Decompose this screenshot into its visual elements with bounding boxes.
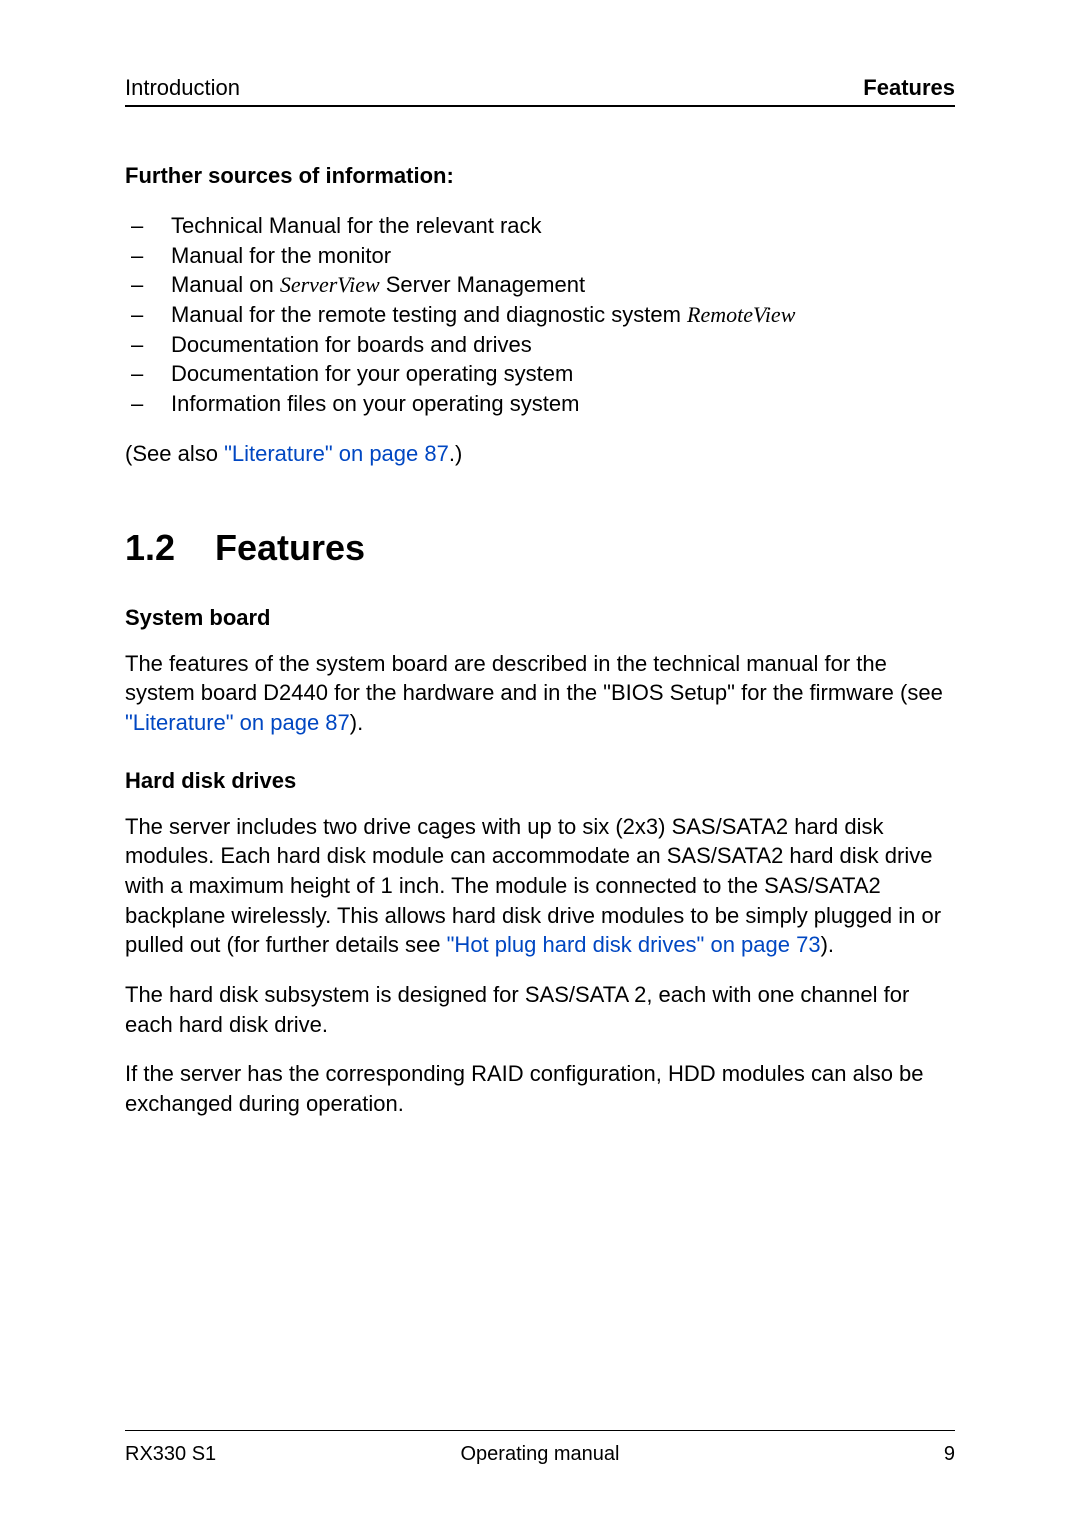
list-text: Documentation for boards and drives [171,332,532,357]
list-item: Manual on ServerView Server Management [125,270,955,300]
system-board-paragraph: The features of the system board are des… [125,649,955,738]
system-board-heading: System board [125,605,955,631]
list-item: Manual for the monitor [125,241,955,271]
header-right: Features [863,75,955,101]
sb-text-pre: The features of the system board are des… [125,651,943,706]
hdd-paragraph-3: If the server has the corresponding RAID… [125,1059,955,1118]
footer-center: Operating manual [125,1443,955,1466]
list-text: Manual for the monitor [171,243,391,268]
hdd-p1-post: ). [821,932,834,957]
footer: RX330 S1 Operating manual 9 [125,1430,955,1466]
list-text: Technical Manual for the relevant rack [171,213,542,238]
page: Introduction Features Further sources of… [0,0,1080,1526]
list-text: Information files on your operating syst… [171,391,579,416]
list-text-italic: ServerView [280,272,380,297]
list-item: Information files on your operating syst… [125,389,955,419]
see-also-link[interactable]: "Literature" on page 87 [224,441,449,466]
running-header: Introduction Features [125,75,955,107]
see-also-pre: (See also [125,441,224,466]
hdd-paragraph-1: The server includes two drive cages with… [125,812,955,960]
sb-text-post: ). [350,710,363,735]
list-item: Manual for the remote testing and diagno… [125,300,955,330]
hdd-paragraph-2: The hard disk subsystem is designed for … [125,980,955,1039]
list-item: Documentation for your operating system [125,359,955,389]
header-left: Introduction [125,75,240,101]
section-title-text: Features [215,527,365,568]
hdd-p1-link[interactable]: "Hot plug hard disk drives" on page 73 [447,932,821,957]
section-number: 1.2 [125,527,215,569]
further-sources-list: Technical Manual for the relevant rack M… [125,211,955,419]
list-item: Technical Manual for the relevant rack [125,211,955,241]
see-also-post: .) [449,441,462,466]
further-sources-heading: Further sources of information: [125,163,955,189]
list-text-pre: Manual on [171,272,280,297]
see-also-paragraph: (See also "Literature" on page 87.) [125,439,955,469]
footer-left: RX330 S1 [125,1443,216,1466]
list-text-post: Server Management [380,272,585,297]
section-heading: 1.2Features [125,527,955,569]
sb-link[interactable]: "Literature" on page 87 [125,710,350,735]
hdd-heading: Hard disk drives [125,768,955,794]
list-text-italic: RemoteView [687,302,795,327]
list-text-pre: Manual for the remote testing and diagno… [171,302,687,327]
list-item: Documentation for boards and drives [125,330,955,360]
list-text: Documentation for your operating system [171,361,573,386]
footer-page-number: 9 [944,1443,955,1466]
